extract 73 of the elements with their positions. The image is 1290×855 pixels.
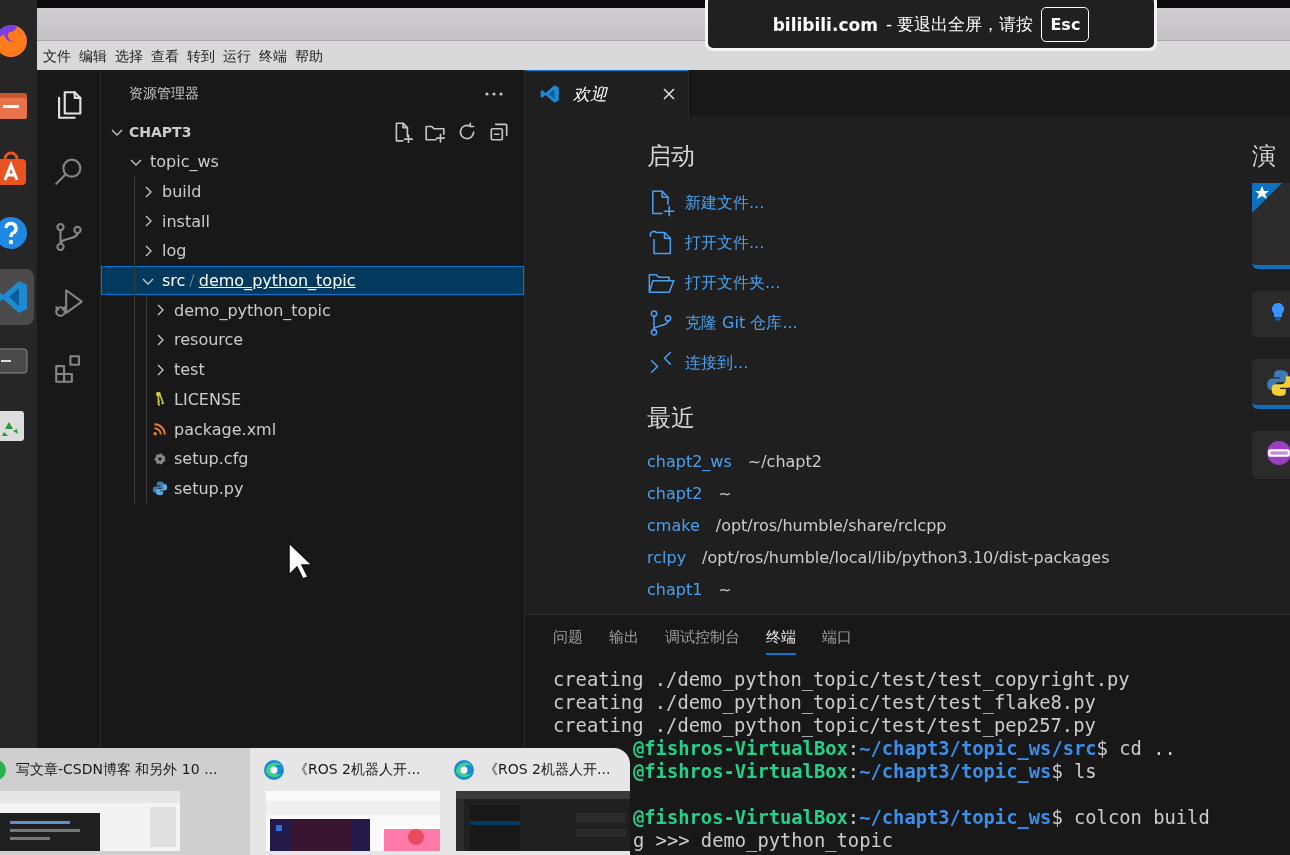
more-icon [484,90,504,97]
folder-item[interactable]: install [101,206,524,237]
terminal-line: creating ./demo_python_topic/test/test_copyright.py [553,668,1131,691]
recent-path: /opt/ros/humble/local/lib/python3.10/dist-packages [702,548,1110,568]
window-preview[interactable]: 《ROS 2机器人开... [440,748,630,855]
code-editor-icon [539,83,561,105]
cpp-icon [1266,440,1290,466]
terminal-line: creating ./demo_python_topic/test/test_pep257.py [553,714,1097,737]
recent-path: ~/chapt2 [747,451,822,471]
terminal-line: @fishros-VirtualBox:~/chapt3/topic_ws$ ls [633,761,1097,782]
hint-text: - 要退出全屏，请按 [885,13,1034,36]
window-title: 《ROS 2机器人开... [294,760,421,779]
star-icon [1252,183,1282,213]
section-heading: 启动 [647,141,696,172]
folder-item[interactable]: log [101,236,524,266]
browser-icon [262,757,286,782]
panel-tab[interactable]: 输出 [609,627,639,655]
file-item[interactable]: setup.py [101,473,524,504]
window-title: 写文章-CSDN博客 和另外 10 ... [16,760,218,779]
window-preview[interactable]: 写文章-CSDN博客 和另外 10 ... [0,748,250,855]
folder-item[interactable]: build [101,176,524,207]
recent-path: /opt/ros/humble/share/rclcpp [715,515,947,535]
file-item[interactable]: package.xml [101,414,524,444]
python-icon [152,479,168,498]
start-link[interactable]: 新建文件... [647,183,1252,223]
folder-item[interactable]: resource [101,325,524,355]
folder-item[interactable]: src / demo_python_topic [101,265,524,296]
start-link[interactable]: 克隆 Git 仓库... [647,303,1252,343]
section-heading: 演 [1252,141,1277,172]
file-item[interactable]: setup.cfg [101,443,524,474]
recent-link[interactable]: chapt2_ws [647,451,732,471]
terminal-line: creating ./demo_python_topic/test/test_flake8.py [553,691,1097,714]
folder-section-header[interactable]: CHAPT3 [101,117,524,147]
key-cap: Esc [1041,7,1090,42]
site-name: bilibili.com [772,14,878,35]
window-preview[interactable]: 《ROS 2机器人开... [250,748,440,855]
panel-title: 资源管理器 [129,84,199,103]
close-icon [662,87,676,101]
start-link[interactable]: 打开文件夹... [647,263,1252,303]
folder-item[interactable]: test [101,354,524,385]
menu-item[interactable]: 转到 [187,45,219,66]
menu-item[interactable]: 选择 [115,45,147,66]
terminal-line: @fishros-VirtualBox:~/chapt3/topic_ws/src$ cd .. [633,738,1176,759]
panel-tab[interactable]: 调试控制台 [665,627,740,655]
menu-item[interactable]: 帮助 [295,45,327,66]
panel-tab[interactable]: 端口 [822,627,852,655]
recent-link[interactable]: chapt1 [647,580,703,600]
menu-item[interactable]: 查看 [151,45,183,66]
recent-link[interactable]: rclpy [647,548,687,568]
cursor-icon [287,541,313,581]
menu-item[interactable]: 运行 [223,45,255,66]
panel-tab[interactable]: 问题 [553,627,583,655]
terminal-line: @fishros-VirtualBox:~/chapt3/topic_ws$ colcon build [633,807,1210,828]
section-heading: 最近 [647,403,696,434]
menu-item[interactable]: 文件 [43,45,75,66]
menu-item[interactable]: 终端 [259,45,291,66]
panel-tab[interactable]: 终端 [766,627,796,655]
folder-item[interactable]: demo_python_topic [101,295,524,326]
menu-item[interactable]: 编辑 [79,45,111,66]
start-link[interactable]: 连接到... [647,343,1252,383]
start-link[interactable]: 打开文件... [647,223,1252,263]
recent-path: ~ [718,483,732,503]
browser-icon [452,757,476,782]
file-item[interactable]: LICENSE [101,384,524,415]
folder-item[interactable]: topic_ws [101,147,524,177]
editor-tab[interactable]: 欢迎 [525,70,689,117]
recent-path: ~ [718,580,732,600]
python-icon [1266,368,1290,396]
collapse-all-icon [488,121,510,143]
terminal-line: g >>> demo_python_topic [632,829,895,852]
recent-link[interactable]: chapt2 [647,483,703,503]
window-title: 《ROS 2机器人开... [484,760,611,779]
recent-link[interactable]: cmake [647,515,700,535]
